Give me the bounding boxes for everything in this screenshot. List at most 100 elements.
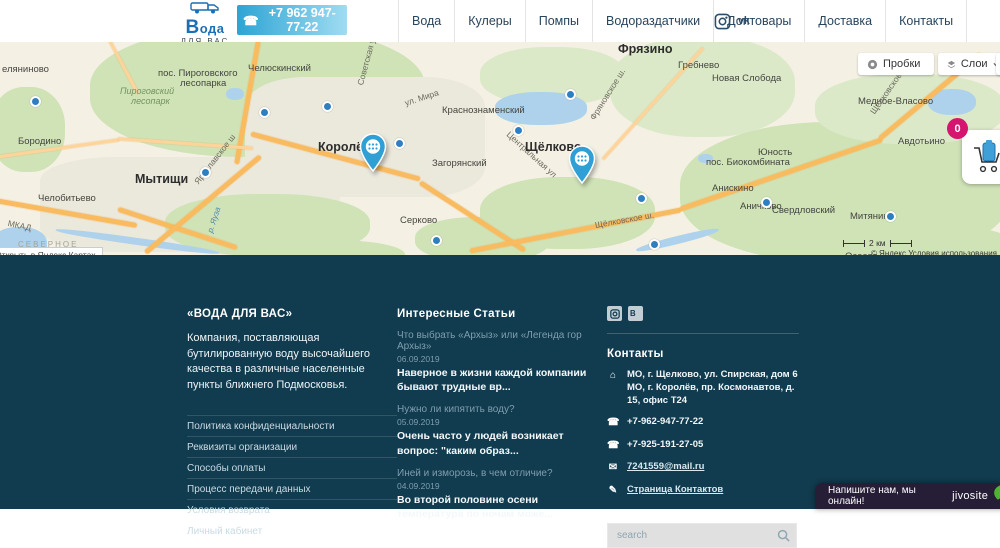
vk-icon[interactable]: B — [628, 306, 643, 321]
nav-item[interactable]: Помпы — [525, 0, 592, 42]
footer-link[interactable]: Реквизиты организации — [187, 437, 397, 458]
address-line-2: МО, г. Королёв, пр. Космонавтов, д. 15, … — [627, 382, 794, 406]
article-excerpt: Наверное в жизни каждой компании бывают … — [397, 366, 597, 394]
pencil-icon: ✎ — [607, 484, 619, 498]
article-excerpt: Во второй половине осени температура по … — [397, 493, 597, 521]
map-place-label: Анискино — [712, 183, 754, 194]
address-text: МО, г. Щелково, ул. Спирская, дом 6 МО, … — [627, 369, 799, 407]
main-nav: ВодаКулерыПомпыВодораздатчикиДоптоварыДо… — [398, 0, 967, 42]
footer-link[interactable]: Процесс передачи данных — [187, 479, 397, 500]
nav-item[interactable]: Водораздатчики — [592, 0, 713, 42]
nav-item[interactable]: Вода — [398, 0, 454, 42]
nav-item[interactable]: Доставка — [804, 0, 885, 42]
article-item: Что выбрать «Архыз» или «Легенда гор Арх… — [397, 330, 597, 394]
footer-link[interactable]: Условия возврата — [187, 500, 397, 521]
phone-icon: ☎ — [607, 416, 619, 430]
phone-row: ☎ +7-925-191-27-05 — [607, 439, 799, 453]
map-place-label: Пироговский — [120, 86, 174, 96]
nav-item[interactable]: Контакты — [885, 0, 967, 42]
instagram-icon[interactable] — [714, 13, 731, 30]
map-place-label: Краснознаменский — [442, 105, 525, 116]
footer-links: Политика конфиденциальностиРеквизиты орг… — [187, 415, 397, 542]
article-excerpt: Очень часто у людей возникает вопрос: "к… — [397, 429, 597, 457]
map-place-label: Загорянский — [432, 158, 487, 169]
map-forest — [610, 42, 795, 137]
footer-link[interactable]: Способы оплаты — [187, 458, 397, 479]
open-in-yandex-maps-link[interactable]: Открыть в Яндекс Картах — [0, 247, 103, 255]
map-pin[interactable] — [359, 133, 387, 173]
vk-icon[interactable]: vk — [738, 14, 758, 28]
map-place-label: Гребнево — [678, 60, 719, 71]
map-stop-dot — [394, 138, 405, 149]
header-social: vk — [714, 0, 758, 42]
scale-line — [843, 243, 865, 244]
scale-label: 2 км — [869, 238, 886, 248]
map-stop-dot — [431, 235, 442, 246]
map-pin[interactable] — [568, 145, 596, 185]
nav-item[interactable]: Кулеры — [454, 0, 524, 42]
address-row: ⌂ МО, г. Щелково, ул. Спирская, дом 6 МО… — [607, 369, 799, 407]
home-icon: ⌂ — [607, 369, 619, 407]
footer-link[interactable]: Личный кабинет — [187, 521, 397, 542]
footer-company-title: «ВОДА ДЛЯ ВАС» — [187, 308, 397, 320]
search-input[interactable] — [607, 523, 797, 548]
footer-about: «ВОДА ДЛЯ ВАС» Компания, поставляющая бу… — [187, 308, 397, 542]
address-line-1: МО, г. Щелково, ул. Спирская, дом 6 — [627, 369, 798, 380]
cart-with-bottle-icon — [970, 139, 1000, 175]
logo[interactable]: Вода ДЛЯ ВАС — [173, 1, 237, 46]
phone-2: +7-925-191-27-05 — [627, 439, 703, 453]
map-place-label: еляниново — [2, 64, 49, 75]
cart-count-badge: 0 — [947, 118, 968, 139]
article-title-link[interactable]: Что выбрать «Архыз» или «Легенда гор Арх… — [397, 330, 597, 352]
map-place-label: Бородино — [18, 136, 61, 147]
article-title-link[interactable]: Нужно ли кипятить воду? — [397, 404, 597, 415]
footer-social: B — [607, 306, 799, 321]
map-place-label: Авдотьино — [898, 136, 945, 147]
phone-button[interactable]: ☎ +7 962 947-77-22 — [237, 5, 347, 35]
map-stop-dot — [565, 89, 576, 100]
footer-articles: Интересные Статьи Что выбрать «Архыз» ил… — [397, 308, 597, 536]
divider — [607, 333, 799, 334]
map-river — [635, 226, 719, 254]
site-footer: «ВОДА ДЛЯ ВАС» Компания, поставляющая бу… — [0, 255, 1000, 509]
phone-row: ☎ +7-962-947-77-22 — [607, 416, 799, 430]
cart-widget[interactable] — [962, 130, 1000, 184]
footer-link[interactable]: Политика конфиденциальности — [187, 416, 397, 437]
yandex-map[interactable]: еляниновопос. ПироговскоголесопаркаПирог… — [0, 42, 1000, 255]
article-date: 05.09.2019 — [397, 417, 597, 427]
article-item: Иней и изморозь, в чем отличие? 04.09.20… — [397, 468, 597, 521]
phone-icon: ☎ — [607, 439, 619, 453]
map-place-label: Серково — [400, 215, 437, 226]
map-place-label: Челобитьево — [38, 193, 96, 204]
search-icon[interactable] — [777, 529, 790, 542]
layers-icon — [947, 59, 956, 70]
map-place-label: Центральная ул — [505, 129, 559, 179]
map-stop-dot — [200, 167, 211, 178]
footer-company-description: Компания, поставляющая бутилированную во… — [187, 331, 397, 393]
chat-message: Напишите нам, мы онлайн! — [828, 485, 938, 507]
map-place-label: лесопарка — [180, 78, 226, 89]
map-place-label: Фрязино — [618, 42, 673, 56]
logo-title: Вода — [173, 18, 237, 37]
article-title-link[interactable]: Иней и изморозь, в чем отличие? — [397, 468, 597, 479]
footer-contacts: B Контакты ⌂ МО, г. Щелково, ул. Спирска… — [607, 303, 799, 548]
phone-number: +7 962 947-77-22 — [264, 6, 341, 34]
layers-button[interactable]: Слои — [938, 53, 1000, 75]
article-date: 06.09.2019 — [397, 354, 597, 364]
ruler-button[interactable] — [996, 53, 1000, 75]
svg-text:B: B — [630, 309, 636, 318]
email-link[interactable]: 7241559@mail.ru — [627, 461, 704, 475]
map-stop-dot — [513, 125, 524, 136]
contacts-title: Контакты — [607, 348, 799, 360]
article-item: Нужно ли кипятить воду? 05.09.2019 Очень… — [397, 404, 597, 457]
contacts-page-link[interactable]: Страница Контактов — [627, 484, 723, 498]
map-place-label: лесопарк — [131, 96, 170, 106]
envelope-icon: ✉ — [607, 461, 619, 475]
svg-text:vk: vk — [738, 15, 750, 27]
map-stop-dot — [322, 101, 333, 112]
chat-widget[interactable]: Напишите нам, мы онлайн! jivosite — [815, 483, 1000, 509]
traffic-button[interactable]: Пробки — [858, 53, 934, 75]
truck-icon — [190, 1, 220, 14]
footer-search — [607, 523, 797, 548]
instagram-icon[interactable] — [607, 306, 622, 321]
